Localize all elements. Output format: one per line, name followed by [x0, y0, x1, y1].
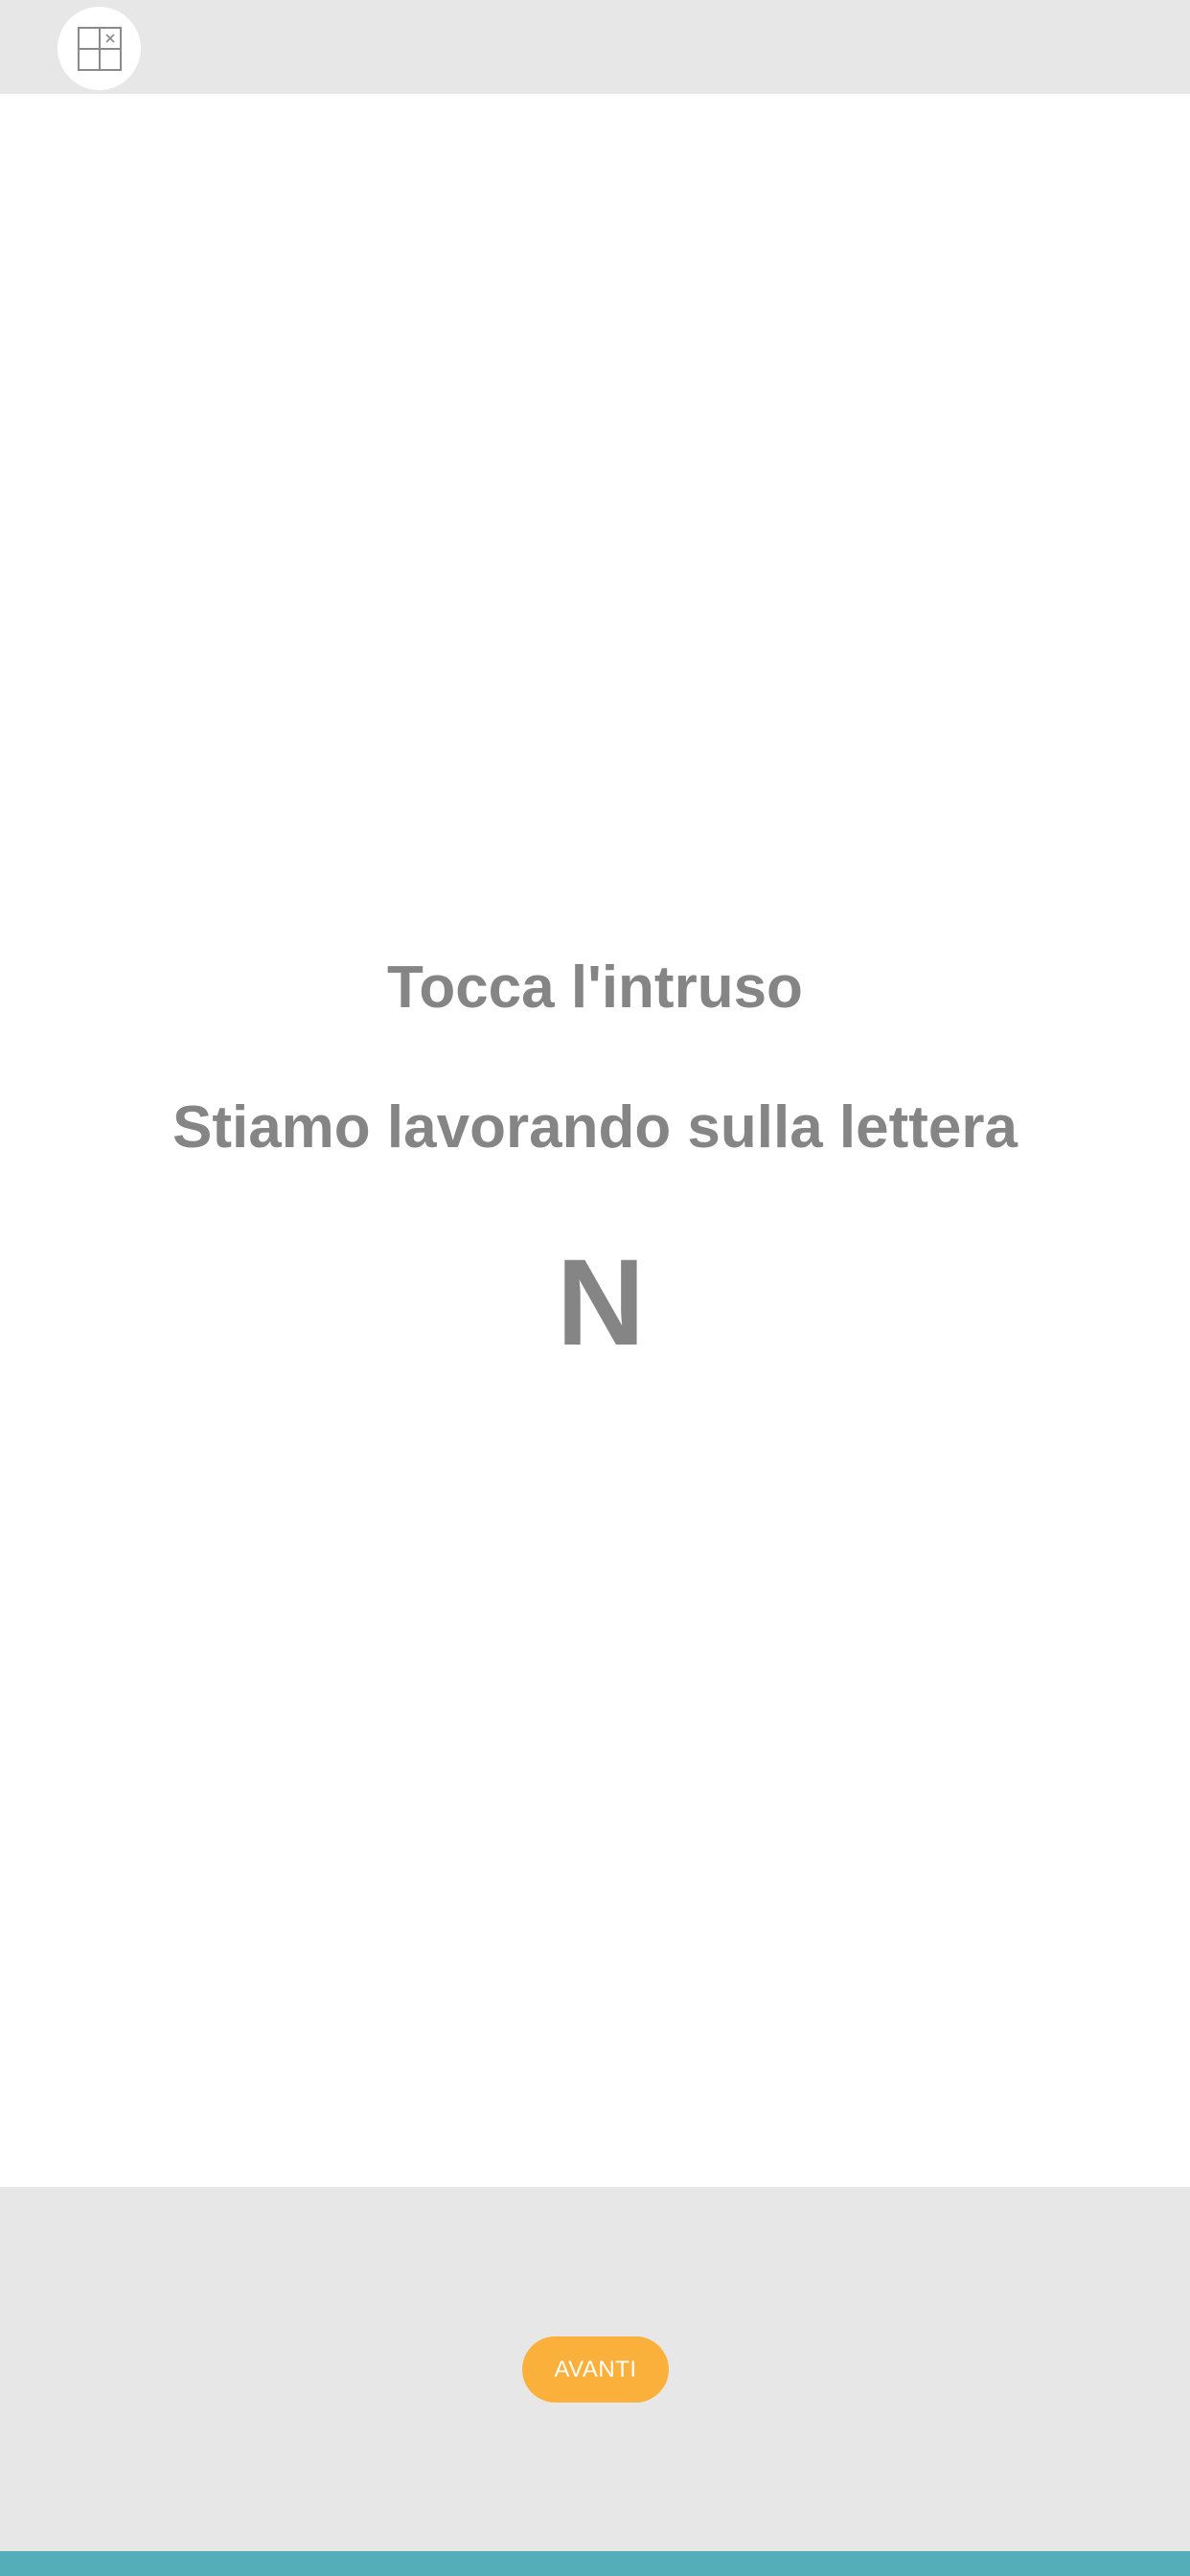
main-content: Tocca l'intruso Stiamo lavorando sulla l… — [0, 94, 1190, 2187]
bottom-bar: AVANTI — [0, 2187, 1190, 2551]
top-bar — [0, 0, 1190, 94]
working-on-text: Stiamo lavorando sulla lettera — [172, 1094, 1018, 1161]
next-button[interactable]: AVANTI — [522, 2336, 669, 2403]
instruction-title: Tocca l'intruso — [387, 954, 803, 1021]
target-letter: N — [556, 1234, 646, 1371]
menu-button[interactable] — [57, 7, 141, 90]
accent-strip — [0, 2551, 1190, 2576]
grid-close-icon — [77, 26, 122, 71]
